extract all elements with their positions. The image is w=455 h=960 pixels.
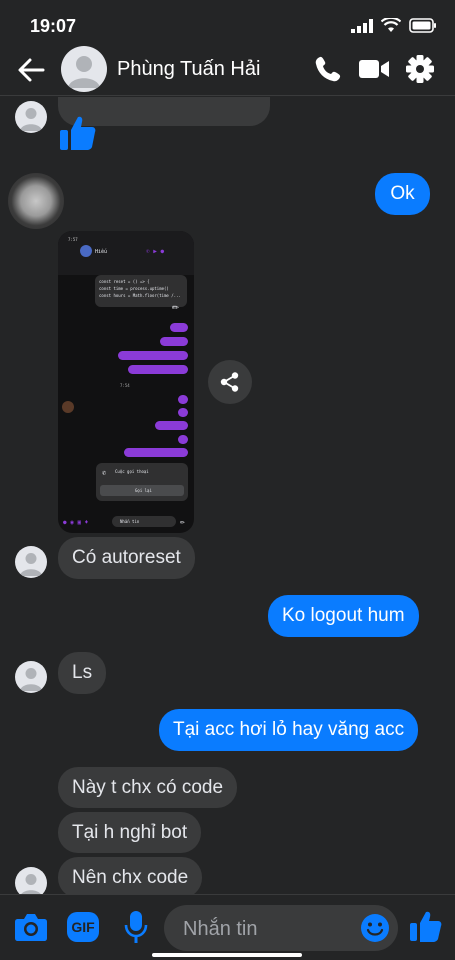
screenshot-outgoing-bubble bbox=[160, 337, 188, 346]
screenshot-status-time: 7:57 bbox=[68, 237, 78, 242]
message-bubble-incoming[interactable]: Tại h nghỉ bot bbox=[58, 812, 202, 853]
wifi-icon bbox=[381, 18, 401, 32]
screenshot-outgoing-bubble bbox=[178, 435, 188, 444]
pencil-emoji-icon: ✏ bbox=[172, 299, 180, 313]
screenshot-code-line: const hours = Math.floor(time /... bbox=[99, 293, 181, 298]
back-arrow-icon[interactable] bbox=[16, 56, 46, 84]
message-bubble-incoming[interactable]: Có autoreset bbox=[58, 537, 195, 579]
phone-call-icon[interactable] bbox=[313, 54, 345, 84]
gif-button[interactable]: GIF bbox=[67, 912, 99, 942]
screenshot-header bbox=[58, 231, 194, 275]
message-text: Này t chx có code bbox=[72, 776, 224, 798]
screenshot-code-line: const reset = () => { bbox=[99, 279, 150, 284]
screenshot-input-placeholder: Nhắn tin bbox=[120, 519, 140, 524]
like-button-icon[interactable] bbox=[409, 909, 443, 943]
screenshot-outgoing-bubble bbox=[124, 448, 188, 457]
screenshot-call-title: Cuộc gọi thoại bbox=[115, 469, 149, 474]
camera-icon[interactable] bbox=[14, 912, 48, 942]
status-bar: 19:07 bbox=[0, 0, 455, 44]
like-thumbs-up-icon[interactable] bbox=[58, 113, 98, 153]
message-bubble-incoming[interactable]: Ls bbox=[58, 652, 107, 694]
message-text: Ls bbox=[72, 662, 93, 683]
message-bubble-incoming[interactable]: Nên chx code bbox=[58, 857, 203, 894]
message-text: Ko logout hum bbox=[282, 605, 405, 626]
microphone-icon[interactable] bbox=[124, 910, 148, 944]
seen-avatar bbox=[8, 173, 64, 229]
screenshot-outgoing-bubble bbox=[170, 323, 188, 332]
contact-avatar-small bbox=[15, 546, 47, 578]
message-text: Nên chx code bbox=[72, 866, 189, 888]
message-bubble-outgoing[interactable]: Tại acc hơi lỏ hay văng acc bbox=[159, 709, 419, 751]
message-text: Tại h nghỉ bot bbox=[72, 821, 188, 843]
message-list[interactable]: Ok 7:57 Hiếu ✆ ▶ ● const reset = () => {… bbox=[0, 97, 455, 894]
contact-name[interactable]: Phùng Tuấn Hải bbox=[117, 58, 260, 81]
settings-gear-icon[interactable] bbox=[404, 54, 436, 84]
screenshot-time-label: 7:54 bbox=[120, 383, 130, 388]
message-bubble-incoming[interactable]: Này t chx có code bbox=[58, 767, 238, 808]
message-text: Ok bbox=[390, 183, 415, 204]
message-bubble-outgoing[interactable]: Ok bbox=[375, 173, 430, 215]
screenshot-outgoing-bubble bbox=[178, 395, 188, 404]
message-composer: GIF Nhắn tin bbox=[0, 894, 455, 960]
gif-label: GIF bbox=[71, 919, 95, 935]
screenshot-outgoing-bubble bbox=[155, 421, 188, 430]
screenshot-outgoing-bubble bbox=[128, 365, 188, 374]
screenshot-outgoing-bubble bbox=[118, 351, 188, 360]
share-button[interactable] bbox=[208, 360, 252, 404]
screenshot-outgoing-bubble bbox=[178, 408, 188, 417]
home-indicator bbox=[152, 953, 302, 957]
screenshot-call-icons: ✆ ▶ ● bbox=[146, 248, 165, 255]
screenshot-pencil-icon: ✏ bbox=[180, 517, 185, 526]
screenshot-contact-name: Hiếu bbox=[95, 249, 108, 255]
shared-screenshot-image[interactable]: 7:57 Hiếu ✆ ▶ ● const reset = () => { co… bbox=[58, 231, 194, 533]
contact-avatar[interactable] bbox=[61, 46, 107, 92]
emoji-icon[interactable] bbox=[360, 913, 390, 943]
signal-icon bbox=[351, 18, 373, 33]
screenshot-call-button-label: Gọi lại bbox=[135, 488, 152, 493]
contact-avatar-small bbox=[15, 661, 47, 693]
screenshot-contact-avatar bbox=[80, 245, 92, 257]
message-text: Có autoreset bbox=[72, 547, 181, 568]
chat-header: Phùng Tuấn Hải bbox=[0, 44, 455, 96]
screenshot-code-line: const time = process.uptime() bbox=[99, 286, 169, 291]
status-icons bbox=[351, 18, 437, 33]
screenshot-phone-icon: ✆ bbox=[102, 469, 107, 477]
message-input-placeholder: Nhắn tin bbox=[183, 918, 258, 940]
message-input[interactable]: Nhắn tin bbox=[164, 905, 398, 951]
share-icon bbox=[220, 372, 239, 392]
battery-icon bbox=[409, 18, 436, 33]
contact-avatar-small bbox=[15, 867, 47, 894]
screenshot-sender-avatar bbox=[62, 401, 74, 413]
contact-avatar-small bbox=[15, 101, 47, 133]
message-text: Tại acc hơi lỏ hay văng acc bbox=[173, 719, 405, 740]
video-call-icon[interactable] bbox=[358, 54, 390, 84]
status-time: 19:07 bbox=[30, 16, 77, 36]
screenshot-composer-icons: ● ◉ ▣ ♦ bbox=[63, 519, 89, 526]
message-bubble-outgoing[interactable]: Ko logout hum bbox=[268, 595, 419, 637]
